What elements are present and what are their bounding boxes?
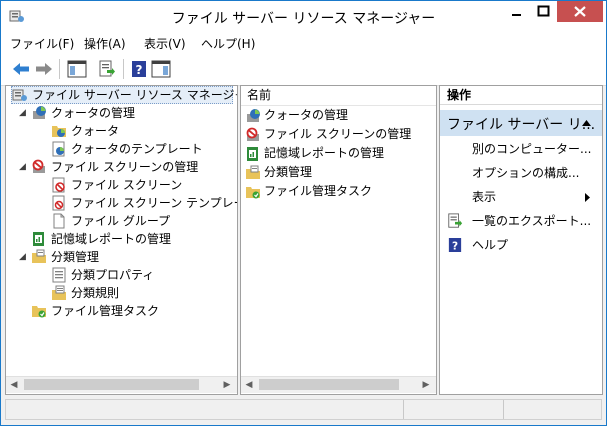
console-tree-pane: ファイル サーバー リソース マネージャー (ロ- ◢ クォータの管理 クォータ…	[5, 85, 238, 395]
minimize-button[interactable]	[503, 1, 529, 22]
help-button[interactable]: ?	[128, 58, 150, 80]
close-button[interactable]	[557, 1, 603, 22]
classification-management-icon	[246, 165, 260, 179]
menu-help[interactable]: ヘルプ(H)	[201, 35, 255, 52]
help-icon: ?	[448, 238, 462, 252]
list-item-file-screen-management[interactable]: ファイル スクリーンの管理	[245, 125, 411, 144]
quota-template-icon	[52, 141, 65, 157]
collapse-arrow-icon[interactable]: ◢	[19, 252, 26, 262]
file-group-icon	[53, 213, 65, 229]
tree-item-storage-reports[interactable]: 記憶域レポートの管理	[31, 230, 171, 248]
toolbar-separator	[59, 59, 60, 79]
tree-item-file-screen-management[interactable]: ファイル スクリーンの管理	[31, 158, 198, 176]
help-icon: ?	[132, 61, 146, 77]
action-connect-another-computer[interactable]: 別のコンピューター...	[440, 138, 602, 160]
svg-text:?: ?	[452, 240, 458, 252]
collapse-up-icon[interactable]	[582, 120, 591, 126]
app-window: ファイル サーバー リソース マネージャー ファイル(F) 操作(A) 表示(V…	[0, 0, 607, 426]
forward-button[interactable]	[33, 58, 55, 80]
list-item-quota-management[interactable]: クォータの管理	[245, 106, 348, 125]
action-export-list[interactable]: 一覧のエクスポート...	[440, 210, 602, 232]
tree-item-file-groups[interactable]: ファイル グループ	[51, 212, 170, 230]
status-bar-separator	[403, 400, 404, 419]
forward-arrow-icon	[36, 63, 52, 75]
classification-rule-icon	[52, 285, 66, 300]
tree-root[interactable]: ファイル サーバー リソース マネージャー (ロ-	[11, 86, 237, 104]
show-hide-console-tree-button[interactable]	[66, 58, 88, 80]
tree-item-quota-management[interactable]: クォータの管理	[31, 104, 135, 122]
scroll-right-arrow-icon[interactable]: ▶	[219, 377, 235, 393]
actions-pane-title: 操作	[440, 86, 602, 105]
status-bar	[5, 399, 602, 420]
classification-management-icon	[32, 249, 46, 263]
back-button[interactable]	[10, 58, 32, 80]
classification-property-icon	[52, 267, 66, 283]
collapse-arrow-icon[interactable]: ◢	[19, 108, 26, 118]
menu-action[interactable]: 操作(A)	[84, 35, 126, 52]
quota-management-icon	[33, 106, 46, 119]
file-management-tasks-icon	[32, 306, 46, 318]
scroll-right-arrow-icon[interactable]: ▶	[418, 377, 434, 393]
scrollbar-thumb[interactable]	[259, 379, 399, 390]
results-horizontal-scrollbar[interactable]: ◀ ▶	[241, 376, 436, 393]
show-hide-action-pane-icon	[151, 60, 171, 78]
file-screen-management-icon	[32, 159, 45, 173]
export-list-button[interactable]	[96, 58, 118, 80]
tree-item-file-management-tasks[interactable]: ファイル管理タスク	[31, 302, 159, 320]
actions-pane: 操作 ファイル サーバー リ... 別のコンピューター... オプションの構成.…	[439, 85, 603, 395]
column-header-name[interactable]: 名前	[241, 86, 436, 106]
toolbar: ?	[1, 52, 606, 86]
action-configure-options[interactable]: オプションの構成...	[440, 162, 602, 184]
list-item-file-management-tasks[interactable]: ファイル管理タスク	[245, 182, 372, 201]
submenu-arrow-icon	[585, 193, 590, 202]
tree-item-classification-rules[interactable]: 分類規則	[51, 284, 119, 302]
menu-view[interactable]: 表示(V)	[144, 35, 186, 52]
actions-group-header[interactable]: ファイル サーバー リ...	[440, 110, 602, 136]
tree-item-file-screens[interactable]: ファイル スクリーン	[51, 176, 182, 194]
export-list-icon	[99, 60, 115, 77]
svg-text:?: ?	[136, 63, 143, 77]
list-item-classification-management[interactable]: 分類管理	[245, 163, 312, 182]
file-screen-template-icon	[52, 195, 65, 211]
show-hide-action-pane-button[interactable]	[150, 58, 172, 80]
file-screen-management-icon	[246, 127, 259, 141]
tree-item-quota[interactable]: クォータ	[51, 122, 119, 140]
back-arrow-icon	[13, 63, 29, 75]
menu-file[interactable]: ファイル(F)	[10, 35, 74, 52]
action-help[interactable]: ? ヘルプ	[440, 234, 602, 256]
scroll-left-arrow-icon[interactable]: ◀	[241, 377, 257, 393]
tree-item-quota-templates[interactable]: クォータのテンプレート	[51, 140, 203, 158]
collapse-arrow-icon[interactable]: ◢	[19, 162, 26, 172]
tree-horizontal-scrollbar[interactable]: ◀ ▶	[6, 376, 237, 393]
storage-reports-icon	[247, 146, 258, 161]
menu-bar: ファイル(F) 操作(A) 表示(V) ヘルプ(H)	[1, 31, 606, 52]
toolbar-separator	[123, 59, 124, 79]
list-item-storage-reports[interactable]: 記憶域レポートの管理	[245, 144, 384, 163]
export-list-icon	[448, 213, 463, 228]
tree-item-classification-properties[interactable]: 分類プロパティ	[51, 266, 154, 284]
quota-management-icon	[247, 108, 260, 122]
scrollbar-thumb[interactable]	[24, 379, 199, 390]
tree-item-file-screen-templates[interactable]: ファイル スクリーン テンプレート	[51, 194, 237, 212]
tree-item-classification-management[interactable]: 分類管理	[31, 248, 99, 266]
status-bar-separator	[503, 400, 504, 419]
tree-root-label: ファイル サーバー リソース マネージャー (ロ-	[32, 88, 237, 102]
fsrm-root-icon	[12, 89, 27, 101]
storage-reports-icon	[33, 232, 44, 246]
scroll-left-arrow-icon[interactable]: ◀	[6, 377, 22, 393]
maximize-button[interactable]	[530, 1, 556, 22]
quota-folder-icon	[52, 126, 66, 137]
title-bar[interactable]: ファイル サーバー リソース マネージャー	[1, 1, 606, 31]
show-hide-console-tree-icon	[67, 60, 87, 78]
file-management-tasks-icon	[246, 186, 260, 198]
file-screen-icon	[52, 177, 65, 193]
action-view[interactable]: 表示	[440, 186, 602, 208]
results-pane: 名前 クォータの管理 ファイル スクリーンの管理 記憶域レポートの管理 分類管理…	[240, 85, 437, 395]
